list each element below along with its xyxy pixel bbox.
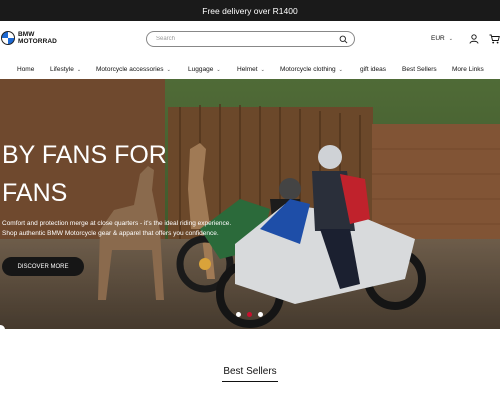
- hero-title-line-2: FANS: [2, 179, 68, 207]
- nav-label: Luggage: [188, 66, 214, 73]
- nav-item-home[interactable]: Home: [17, 66, 34, 73]
- nav-label: More Links: [452, 66, 484, 73]
- slide-dot-active[interactable]: [247, 312, 252, 317]
- currency-label: EUR: [431, 35, 445, 42]
- heading-underline: [222, 381, 278, 382]
- nav-item-gift-ideas[interactable]: gift ideas: [360, 66, 386, 73]
- discover-more-button[interactable]: DISCOVER MORE: [2, 257, 84, 276]
- chevron-down-icon: ⌄: [166, 66, 171, 73]
- chevron-down-icon: ⌄: [76, 66, 82, 73]
- hero-title: BY FANS FOR FANS: [2, 136, 232, 212]
- search-box: [146, 31, 355, 47]
- nav-label: Lifestyle: [50, 66, 74, 73]
- brand-logo[interactable]: BMW MOTORRAD: [1, 31, 57, 45]
- chevron-down-icon: ⌄: [338, 66, 343, 73]
- cart-icon[interactable]: [489, 34, 500, 44]
- nav-label: Best Sellers: [402, 66, 437, 73]
- nav-label: gift ideas: [360, 66, 387, 73]
- nav-item-helmet[interactable]: Helmet ⌄: [237, 66, 265, 73]
- nav-label: Helmet: [237, 66, 258, 73]
- nav-item-more-links[interactable]: More Links: [452, 66, 484, 73]
- nav-item-lifestyle[interactable]: Lifestyle ⌄: [50, 66, 81, 73]
- slide-dot[interactable]: [236, 312, 241, 317]
- announcement-text: Free delivery over R1400: [202, 5, 298, 16]
- nav-item-motorcycle-clothing[interactable]: Motorcycle clothing ⌄: [280, 66, 343, 73]
- hero-description: Comfort and protection merge at close qu…: [2, 219, 262, 239]
- site-header: BMW MOTORRAD EUR ⌄: [0, 21, 500, 61]
- main-navigation: Home Lifestyle ⌄ Motorcycle accessories ⌄ …: [0, 61, 500, 79]
- slide-dot[interactable]: [258, 312, 263, 317]
- announcement-bar: Free delivery over R1400: [0, 0, 500, 21]
- hero-desc-line-2: Shop authentic BMW Motorcycle gear & app…: [2, 230, 219, 237]
- nav-item-best-sellers[interactable]: Best Sellers: [402, 66, 437, 73]
- best-sellers-heading: Best Sellers: [223, 366, 277, 377]
- search-input[interactable]: [156, 34, 326, 44]
- hero-desc-line-1: Comfort and protection merge at close qu…: [2, 220, 232, 227]
- nav-item-luggage[interactable]: Luggage ⌄: [188, 66, 221, 73]
- nav-label: Home: [17, 66, 35, 73]
- bmw-roundel-icon: [1, 31, 15, 45]
- chevron-down-icon: ⌄: [260, 66, 265, 73]
- logo-wordmark: BMW MOTORRAD: [18, 31, 57, 45]
- nav-label: Motorcycle accessories: [96, 66, 164, 73]
- logo-line-2: MOTORRAD: [18, 38, 57, 45]
- hero-banner: BY FANS FOR FANS Comfort and protection …: [0, 79, 500, 329]
- logo-line-1: BMW: [18, 31, 35, 38]
- chevron-down-icon: ⌄: [216, 66, 221, 73]
- nav-item-motorcycle-accessories[interactable]: Motorcycle accessories ⌄: [96, 66, 171, 73]
- nav-label: Motorcycle clothing: [280, 66, 336, 73]
- hero-title-line-1: BY FANS FOR: [2, 141, 167, 169]
- search-icon[interactable]: [339, 35, 348, 44]
- chevron-down-icon: ⌄: [448, 35, 453, 42]
- currency-selector[interactable]: EUR ⌄: [431, 35, 453, 42]
- account-icon[interactable]: [469, 34, 479, 44]
